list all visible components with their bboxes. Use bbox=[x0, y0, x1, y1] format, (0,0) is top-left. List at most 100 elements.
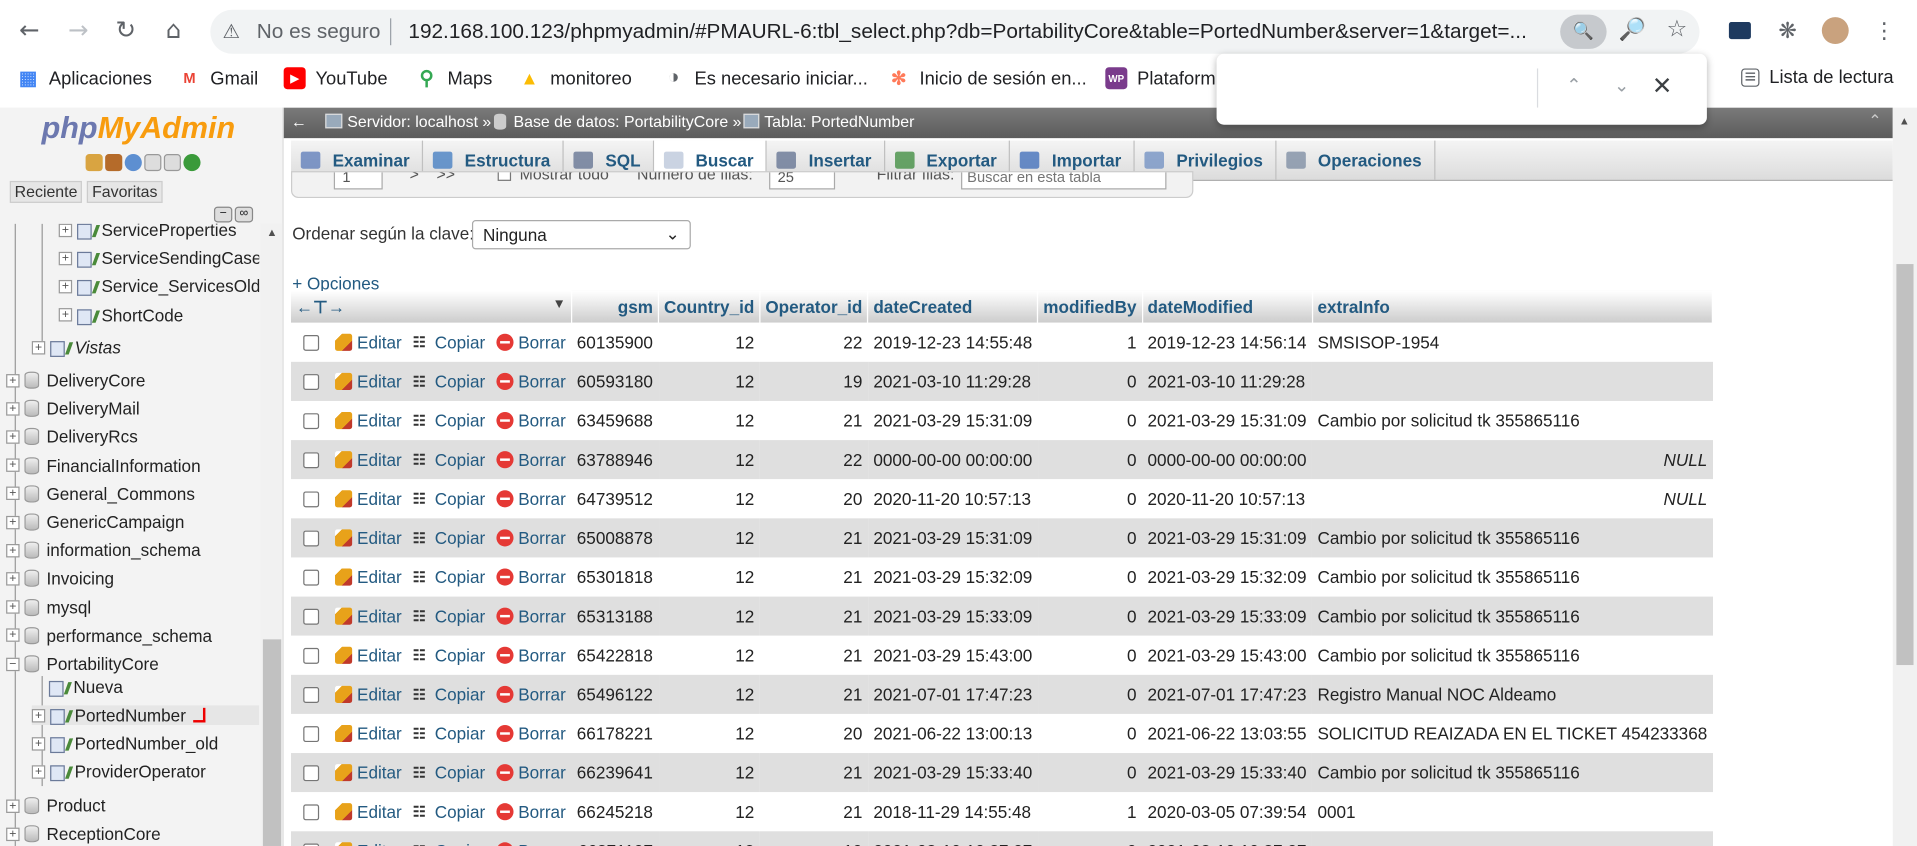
delete-button[interactable]: Borrar bbox=[496, 567, 566, 587]
cell-gsm[interactable]: 63459688 bbox=[571, 400, 659, 441]
expand-icon[interactable]: + bbox=[58, 308, 73, 322]
sidebar-table-portednumber-old[interactable]: + PortedNumber_old bbox=[31, 734, 218, 754]
cell-country_id[interactable]: 12 bbox=[657, 674, 760, 714]
edit-button[interactable]: Editar bbox=[335, 411, 402, 430]
bookmark-hubspot[interactable]: ✻ Inicio de sesión en... bbox=[888, 67, 1087, 89]
cell-gsm[interactable]: 65008878 bbox=[571, 518, 659, 558]
copy-button[interactable]: ☷ Copiar bbox=[413, 450, 485, 470]
expand-icon[interactable]: + bbox=[31, 708, 46, 722]
find-in-page-icon[interactable]: 🔍 bbox=[1560, 14, 1607, 49]
cell-country_id[interactable]: 12 bbox=[657, 440, 760, 480]
docs-icon[interactable] bbox=[144, 154, 162, 172]
cell-extrainfo[interactable]: Cambio por solicitud tk 355865116 bbox=[1311, 753, 1713, 793]
sidebar-scroll-thumb[interactable] bbox=[262, 639, 282, 846]
cell-datemodified[interactable]: 2021-03-29 15:31:09 bbox=[1142, 518, 1312, 558]
cell-datecreated[interactable]: 2021-03-29 15:43:00 bbox=[867, 635, 1038, 675]
column-resize-icon[interactable]: ←⊤→ bbox=[296, 296, 345, 316]
edit-button[interactable]: Editar bbox=[335, 372, 402, 391]
cell-modifiedby[interactable]: 1 bbox=[1037, 792, 1143, 832]
expand-icon[interactable]: + bbox=[6, 373, 20, 387]
row-checkbox[interactable] bbox=[303, 764, 320, 781]
edit-button[interactable]: Editar bbox=[335, 489, 402, 509]
delete-button[interactable]: Borrar bbox=[496, 606, 566, 626]
sort-dropdown-icon[interactable]: ▼ bbox=[552, 296, 565, 311]
edit-button[interactable]: Editar bbox=[335, 645, 402, 665]
column-header-datemodified[interactable]: dateModified bbox=[1142, 290, 1313, 323]
expand-icon[interactable]: + bbox=[6, 628, 20, 643]
extension-wallet-icon[interactable] bbox=[1726, 17, 1753, 44]
cell-country_id[interactable]: 12 bbox=[657, 792, 760, 832]
sidebar-table-provideroperator[interactable]: + ProviderOperator bbox=[31, 762, 206, 782]
edit-button[interactable]: Editar bbox=[335, 685, 402, 704]
bookmark-youtube[interactable]: ▶ YouTube bbox=[283, 67, 388, 90]
column-header-extrainfo[interactable]: extraInfo bbox=[1311, 290, 1714, 323]
cell-datecreated[interactable]: 0000-00-00 00:00:00 bbox=[867, 440, 1038, 480]
logout-icon[interactable] bbox=[105, 154, 123, 172]
expand-icon[interactable]: + bbox=[31, 765, 46, 779]
cell-extrainfo[interactable]: Cambio por solicitud tk 355865116 bbox=[1311, 518, 1713, 558]
cell-operator_id[interactable]: 19 bbox=[759, 831, 868, 846]
sidebar-db-receptioncore[interactable]: + ReceptionCore bbox=[6, 824, 161, 844]
cell-gsm[interactable]: 64739512 bbox=[571, 479, 659, 519]
cell-datemodified[interactable]: 2021-03-29 15:43:00 bbox=[1142, 635, 1312, 675]
tab-operaciones[interactable]: Operaciones bbox=[1276, 140, 1436, 180]
cell-datemodified[interactable]: 2021-06-22 13:03:55 bbox=[1142, 713, 1312, 754]
breadcrumb-server[interactable]: Servidor: localhost » bbox=[347, 112, 491, 130]
sidebar-db-deliveryrcs[interactable]: + DeliveryRcs bbox=[6, 427, 138, 447]
delete-button[interactable]: Borrar bbox=[496, 450, 566, 469]
sidebar-table-service-servicesold[interactable]: + Service_ServicesOld bbox=[58, 277, 259, 296]
phpmyadmin-logo[interactable]: phpMyAdmin bbox=[42, 111, 236, 146]
cell-country_id[interactable]: 12 bbox=[657, 322, 760, 362]
close-icon[interactable]: ✕ bbox=[1652, 71, 1672, 100]
delete-button[interactable]: Borrar bbox=[496, 841, 566, 846]
cell-datecreated[interactable]: 2021-03-29 15:33:40 bbox=[867, 753, 1038, 793]
sidebar-db-general-commons[interactable]: + General_Commons bbox=[6, 484, 195, 503]
cell-modifiedby[interactable]: 0 bbox=[1037, 479, 1143, 519]
reload-nav-icon[interactable] bbox=[183, 154, 201, 172]
zoom-icon[interactable]: 🔎 bbox=[1619, 17, 1646, 43]
expand-icon[interactable]: + bbox=[58, 251, 73, 265]
edit-button[interactable]: Editar bbox=[335, 763, 402, 782]
bookmark-maps[interactable]: ⚲ Maps bbox=[416, 67, 493, 89]
order-by-select[interactable]: Ninguna ⌄ bbox=[471, 220, 691, 250]
edit-button[interactable]: Editar bbox=[335, 567, 402, 587]
scroll-up-icon[interactable]: ▲ bbox=[1899, 115, 1910, 127]
expand-icon[interactable]: + bbox=[31, 340, 46, 354]
tab-recent[interactable]: Reciente bbox=[9, 180, 83, 203]
cell-datecreated[interactable]: 2021-06-22 13:00:13 bbox=[867, 713, 1038, 754]
expand-icon[interactable]: + bbox=[6, 543, 20, 558]
copy-button[interactable]: ☷ Copiar bbox=[413, 567, 485, 587]
cell-modifiedby[interactable]: 0 bbox=[1037, 557, 1143, 597]
cell-modifiedby[interactable]: 0 bbox=[1037, 674, 1143, 714]
forward-arrow-icon[interactable]: → bbox=[64, 15, 93, 44]
breadcrumb-database[interactable]: Base de datos: PortabilityCore » bbox=[514, 112, 742, 130]
cell-country_id[interactable]: 12 bbox=[657, 518, 760, 558]
sidebar-db-performance-schema[interactable]: + performance_schema bbox=[6, 626, 212, 645]
sidebar-db-product[interactable]: + Product bbox=[6, 796, 105, 815]
cell-gsm[interactable]: 63788946 bbox=[571, 440, 659, 480]
cell-datecreated[interactable]: 2021-07-01 17:47:23 bbox=[867, 674, 1038, 714]
row-checkbox[interactable] bbox=[303, 647, 320, 664]
insecure-label[interactable]: No es seguro bbox=[257, 20, 381, 44]
next-page-icon[interactable]: > bbox=[410, 172, 419, 183]
collapse-all-icon[interactable]: − bbox=[213, 206, 233, 223]
address-bar[interactable]: ⚠ No es seguro 192.168.100.123/phpmyadmi… bbox=[210, 9, 1700, 54]
rows-select[interactable]: 25 bbox=[769, 172, 836, 190]
expand-icon[interactable]: + bbox=[58, 279, 73, 294]
url-text[interactable]: 192.168.100.123/phpmyadmin/#PMAURL-6:tbl… bbox=[408, 20, 1570, 44]
bookmark-plataform[interactable]: WP Plataform bbox=[1105, 67, 1216, 90]
row-checkbox[interactable] bbox=[303, 686, 320, 703]
copy-button[interactable]: ☷ Copiar bbox=[413, 372, 485, 392]
cell-modifiedby[interactable]: 0 bbox=[1037, 596, 1143, 636]
cell-datecreated[interactable]: 2021-03-29 15:31:09 bbox=[867, 400, 1038, 441]
copy-button[interactable]: ☷ Copiar bbox=[413, 411, 485, 431]
cell-datemodified[interactable]: 2021-03-29 15:32:09 bbox=[1142, 557, 1312, 597]
cell-datecreated[interactable]: 2019-12-23 14:55:48 bbox=[867, 322, 1038, 362]
cell-extrainfo[interactable]: Cambio por solicitud tk 355865116 bbox=[1311, 400, 1713, 441]
cell-datemodified[interactable]: 2019-12-23 14:56:14 bbox=[1142, 322, 1312, 362]
sidebar-db-deliverycore[interactable]: + DeliveryCore bbox=[6, 370, 145, 390]
cell-operator_id[interactable]: 20 bbox=[759, 479, 868, 519]
delete-button[interactable]: Borrar bbox=[496, 802, 566, 822]
cell-operator_id[interactable]: 21 bbox=[759, 635, 868, 675]
sidebar-table-portednumber[interactable]: + PortedNumber bbox=[31, 705, 260, 725]
